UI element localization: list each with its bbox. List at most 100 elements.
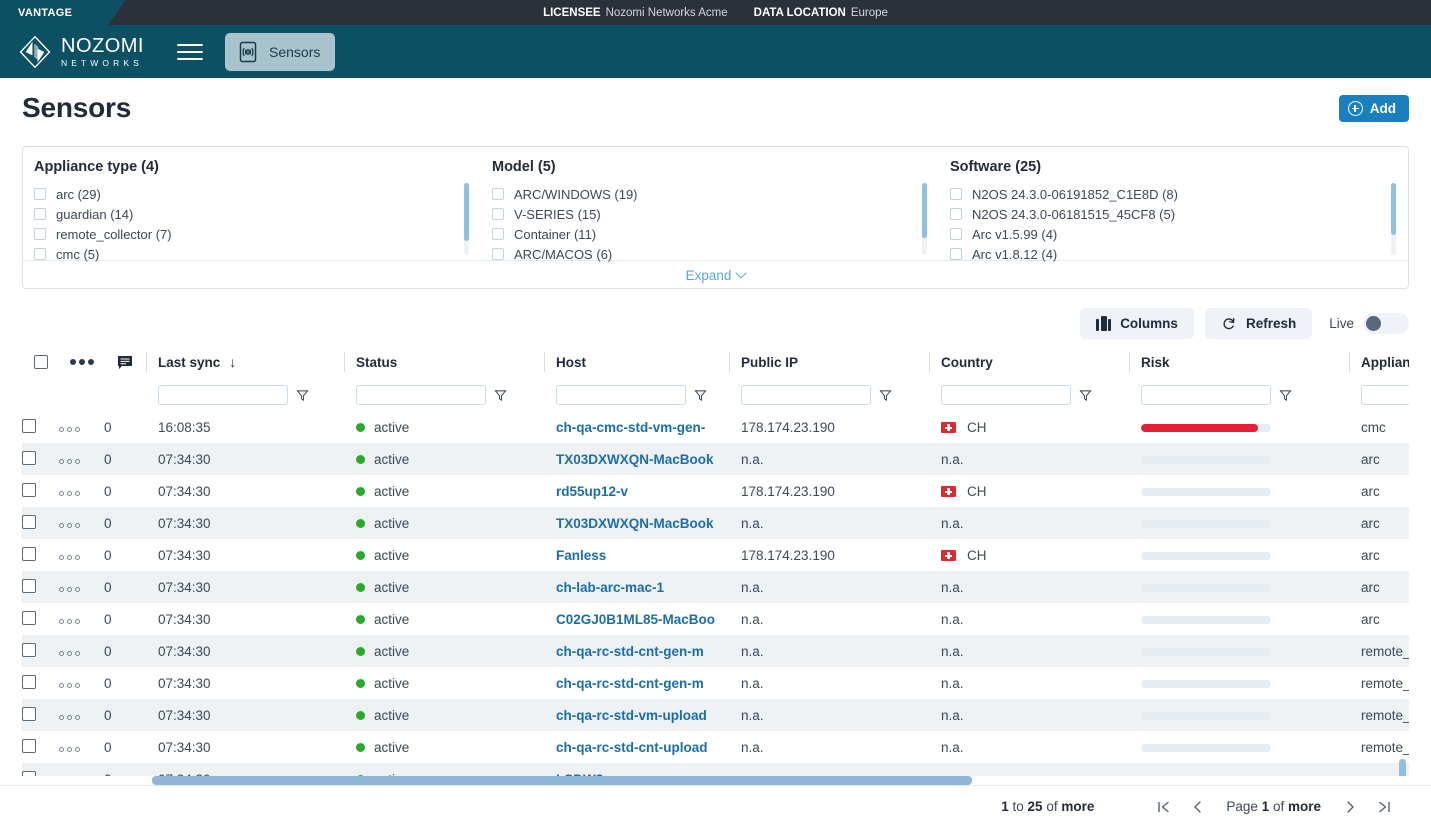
- cell-host[interactable]: ch-qa-rc-std-vm-upload: [544, 699, 729, 731]
- next-page-button[interactable]: [1333, 792, 1367, 822]
- row-checkbox[interactable]: [22, 546, 36, 561]
- row-more-actions-icon[interactable]: [59, 490, 80, 496]
- checkbox-icon[interactable]: [950, 188, 962, 200]
- cell-host[interactable]: ch-qa-rc-std-cnt-gen-m: [544, 635, 729, 667]
- host-link[interactable]: ch-lab-arc-mac-1: [556, 580, 664, 595]
- previous-page-button[interactable]: [1180, 792, 1214, 822]
- host-link[interactable]: Fanless: [556, 548, 606, 563]
- row-more-actions-icon[interactable]: [59, 426, 80, 432]
- table-row[interactable]: 0 07:34:30 active Fanless 178.174.23.190 CH ar…: [22, 539, 1409, 571]
- table-row[interactable]: 0 07:34:30 active ch-qa-rc-std-cnt-upload n.…: [22, 731, 1409, 763]
- checkbox-icon[interactable]: [492, 228, 504, 240]
- row-more-actions-icon[interactable]: [59, 746, 80, 752]
- checkbox-icon[interactable]: [950, 248, 962, 260]
- checkbox-icon[interactable]: [34, 248, 46, 260]
- cell-host[interactable]: TX03DXWXQN-MacBook: [544, 507, 729, 539]
- facet-scrollbar[interactable]: [464, 183, 469, 255]
- checkbox-icon[interactable]: [492, 248, 504, 260]
- host-link[interactable]: ch-qa-rc-std-cnt-upload: [556, 740, 708, 755]
- hamburger-menu-icon[interactable]: [177, 42, 203, 62]
- last-page-button[interactable]: [1367, 792, 1401, 822]
- facet-option[interactable]: remote_collector (7): [34, 224, 481, 244]
- cell-host[interactable]: ch-qa-cmc-std-vm-gen-: [544, 411, 729, 443]
- row-more-actions-icon[interactable]: [59, 586, 80, 592]
- table-row[interactable]: 0 07:34:30 active rd55up12-v 178.174.23.190 C…: [22, 475, 1409, 507]
- table-row[interactable]: 0 07:34:30 active ch-qa-rc-std-cnt-gen-m n.a…: [22, 635, 1409, 667]
- first-page-button[interactable]: [1146, 792, 1180, 822]
- facet-option[interactable]: Container (11): [492, 224, 939, 244]
- funnel-icon[interactable]: [494, 389, 507, 402]
- header-public-ip[interactable]: Public IP: [729, 345, 929, 379]
- expand-filters-button[interactable]: Expand: [23, 260, 1408, 289]
- checkbox-icon[interactable]: [34, 188, 46, 200]
- row-more-actions-icon[interactable]: [59, 714, 80, 720]
- tab-sensors[interactable]: Sensors: [225, 32, 336, 71]
- facet-option[interactable]: Arc v1.8.12 (4): [950, 244, 1408, 264]
- header-country[interactable]: Country: [929, 345, 1129, 379]
- filter-input-public-ip[interactable]: [741, 385, 871, 405]
- nozomi-logo[interactable]: NOZOMI NETWORKS: [18, 35, 144, 69]
- filter-input-appliance-type[interactable]: [1361, 385, 1409, 405]
- filter-input-status[interactable]: [356, 385, 486, 405]
- row-checkbox[interactable]: [22, 642, 36, 657]
- row-more-actions-icon[interactable]: [59, 458, 80, 464]
- host-link[interactable]: ch-qa-rc-std-cnt-gen-m: [556, 676, 704, 691]
- checkbox-icon[interactable]: [34, 208, 46, 220]
- facet-scrollbar[interactable]: [922, 183, 927, 255]
- row-checkbox[interactable]: [22, 482, 36, 497]
- row-more-actions-icon[interactable]: [59, 554, 80, 560]
- table-row[interactable]: 0 07:34:30 active ch-qa-rc-std-cnt-gen-m n.a…: [22, 667, 1409, 699]
- checkbox-icon[interactable]: [34, 228, 46, 240]
- host-link[interactable]: ch-qa-rc-std-cnt-gen-m: [556, 644, 704, 659]
- facet-scrollbar[interactable]: [1391, 183, 1396, 255]
- add-button[interactable]: Add: [1338, 95, 1409, 122]
- checkbox-icon[interactable]: [492, 188, 504, 200]
- header-status[interactable]: Status: [344, 345, 544, 379]
- live-toggle[interactable]: [1363, 313, 1409, 334]
- facet-option[interactable]: ARC/MACOS (6): [492, 244, 939, 264]
- more-actions-icon[interactable]: [69, 359, 94, 365]
- table-row[interactable]: 0 07:34:30 active ch-lab-arc-mac-1 n.a. n.a. a…: [22, 571, 1409, 603]
- table-row[interactable]: 0 07:34:30 active TX03DXWXQN-MacBook n.a. n.a…: [22, 443, 1409, 475]
- cell-host[interactable]: ch-qa-rc-std-cnt-upload: [544, 731, 729, 763]
- header-host[interactable]: Host: [544, 345, 729, 379]
- cell-host[interactable]: ch-qa-rc-std-cnt-gen-m: [544, 667, 729, 699]
- facet-option[interactable]: guardian (14): [34, 204, 481, 224]
- host-link[interactable]: TX03DXWXQN-MacBook: [556, 516, 714, 531]
- checkbox-icon[interactable]: [950, 208, 962, 220]
- row-checkbox[interactable]: [22, 450, 36, 465]
- header-last-sync[interactable]: Last sync ↓: [146, 345, 344, 379]
- row-checkbox[interactable]: [22, 706, 36, 721]
- host-link[interactable]: rd55up12-v: [556, 484, 628, 499]
- table-row[interactable]: 0 07:34:30 active TX03DXWXQN-MacBook n.a. n.a…: [22, 507, 1409, 539]
- funnel-icon[interactable]: [694, 389, 707, 402]
- refresh-button[interactable]: Refresh: [1204, 308, 1313, 339]
- facet-option[interactable]: Arc v1.5.99 (4): [950, 224, 1408, 244]
- cell-host[interactable]: TX03DXWXQN-MacBook: [544, 443, 729, 475]
- funnel-icon[interactable]: [1079, 389, 1092, 402]
- row-more-actions-icon[interactable]: [59, 682, 80, 688]
- table-row[interactable]: 0 16:08:35 active ch-qa-cmc-std-vm-gen- 178.…: [22, 411, 1409, 443]
- row-checkbox[interactable]: [22, 578, 36, 593]
- host-link[interactable]: TX03DXWXQN-MacBook: [556, 452, 714, 467]
- facet-option[interactable]: ARC/WINDOWS (19): [492, 184, 939, 204]
- row-checkbox[interactable]: [22, 674, 36, 689]
- host-link[interactable]: C02GJ0B1ML85-MacBoo: [556, 612, 715, 627]
- checkbox-icon[interactable]: [492, 208, 504, 220]
- facet-option[interactable]: N2OS 24.3.0-06191852_C1E8D (8): [950, 184, 1408, 204]
- facet-option[interactable]: V-SERIES (15): [492, 204, 939, 224]
- row-more-actions-icon[interactable]: [59, 618, 80, 624]
- cell-host[interactable]: ch-lab-arc-mac-1: [544, 571, 729, 603]
- cell-host[interactable]: Fanless: [544, 539, 729, 571]
- cell-host[interactable]: C02GJ0B1ML85-MacBoo: [544, 603, 729, 635]
- funnel-icon[interactable]: [879, 389, 892, 402]
- row-checkbox[interactable]: [22, 738, 36, 753]
- table-horizontal-scrollbar[interactable]: [22, 776, 1409, 785]
- row-more-actions-icon[interactable]: [59, 650, 80, 656]
- comment-icon[interactable]: [117, 355, 133, 370]
- filter-input-last-sync[interactable]: [158, 385, 288, 405]
- facet-option[interactable]: N2OS 24.3.0-06181515_45CF8 (5): [950, 204, 1408, 224]
- vantage-product-tab[interactable]: VANTAGE: [0, 0, 126, 25]
- table-row[interactable]: 0 07:34:30 active C02GJ0B1ML85-MacBoo n.a. n.…: [22, 603, 1409, 635]
- row-checkbox[interactable]: [22, 418, 36, 433]
